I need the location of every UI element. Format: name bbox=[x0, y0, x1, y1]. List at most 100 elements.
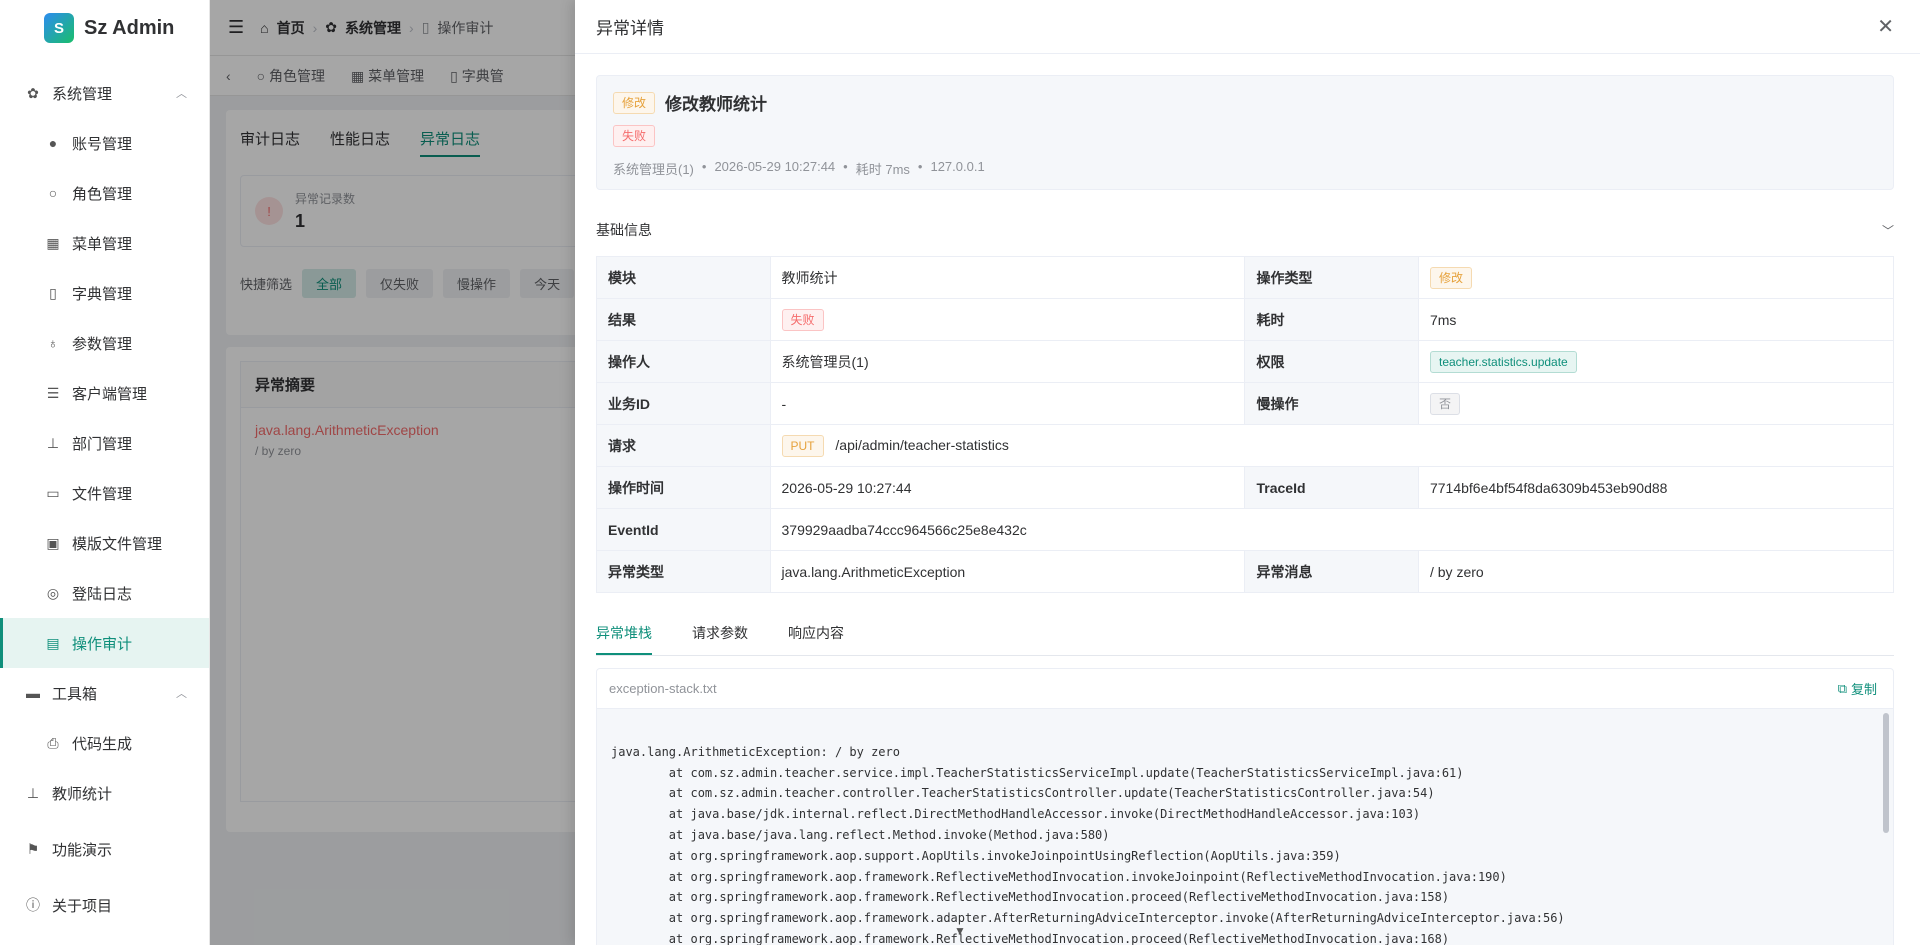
code-filename: exception-stack.txt bbox=[609, 681, 717, 696]
copy-button[interactable]: ⧉ 复制 bbox=[1838, 679, 1877, 698]
app-logo[interactable]: S Sz Admin bbox=[0, 0, 209, 56]
label-exception-type: 异常类型 bbox=[596, 550, 771, 593]
value-event-id: 379929aadba74ccc964566c25e8e432c bbox=[769, 508, 1894, 551]
label-module: 模块 bbox=[596, 256, 771, 299]
tab-request-params[interactable]: 请求参数 bbox=[692, 623, 748, 655]
sidebar-item-label: 功能演示 bbox=[52, 841, 113, 859]
code-line: at org.springframework.aop.framework.Ref… bbox=[611, 890, 1450, 905]
meta-ip: 127.0.0.1 bbox=[930, 159, 985, 174]
printer-icon: ⎙ bbox=[47, 734, 59, 751]
code-line: at org.springframework.aop.framework.Ref… bbox=[611, 869, 1507, 884]
sidebar-item-demo[interactable]: ⚑ 功能演示 bbox=[0, 824, 209, 874]
value-result: 失败 bbox=[769, 298, 1246, 341]
summary-status: 失败 bbox=[613, 125, 1877, 147]
sidebar-item-teacher-stats[interactable]: ⊥ 教师统计 bbox=[0, 768, 209, 818]
table-row: 请求 PUT /api/admin/teacher-statistics bbox=[596, 424, 1894, 467]
sidebar-item-template[interactable]: ▣ 模版文件管理 bbox=[0, 518, 209, 568]
table-row: 业务ID - 慢操作 否 bbox=[596, 382, 1895, 425]
value-op-type: 修改 bbox=[1417, 256, 1895, 299]
op-type-tag: 修改 bbox=[613, 91, 656, 114]
code-line: at java.base/jdk.internal.reflect.Direct… bbox=[611, 807, 1421, 822]
sidebar-item-param[interactable]: ♁ 参数管理 bbox=[0, 318, 209, 368]
drawer-backdrop[interactable] bbox=[210, 0, 575, 945]
code-header: exception-stack.txt ⧉ 复制 bbox=[597, 669, 1893, 709]
tab-stack-trace[interactable]: 异常堆栈 bbox=[596, 623, 652, 655]
tab-response-content[interactable]: 响应内容 bbox=[788, 623, 844, 655]
chevron-up-icon: ︿ bbox=[176, 88, 187, 100]
value-permission: teacher.statistics.update bbox=[1417, 340, 1895, 383]
code-line: at java.base/java.lang.reflect.Method.in… bbox=[611, 827, 1110, 842]
code-line: at org.springframework.aop.support.AopUt… bbox=[611, 848, 1341, 863]
value-slow: 否 bbox=[1417, 382, 1895, 425]
stack-trace-code[interactable]: java.lang.ArithmeticException: / by zero… bbox=[597, 709, 1893, 945]
basic-info-header[interactable]: 基础信息 ﹀ bbox=[596, 220, 1894, 240]
http-method-tag: PUT bbox=[781, 434, 824, 457]
section-title: 基础信息 bbox=[596, 222, 652, 238]
sidebar-item-codegen[interactable]: ⎙ 代码生成 bbox=[0, 718, 209, 768]
slow-tag: 否 bbox=[1429, 392, 1460, 415]
sidebar-item-label: 角色管理 bbox=[72, 185, 133, 203]
sidebar-item-account[interactable]: ● 账号管理 bbox=[0, 118, 209, 168]
sidebar-item-client[interactable]: ☰ 客户端管理 bbox=[0, 368, 209, 418]
sidebar-group-toolbox[interactable]: ▬ 工具箱 ︿ bbox=[0, 668, 209, 718]
permission-tag: teacher.statistics.update bbox=[1429, 350, 1577, 373]
value-exception-message: / by zero bbox=[1417, 550, 1895, 593]
logo-icon: S bbox=[44, 13, 74, 43]
sidebar-item-role[interactable]: ○ 角色管理 bbox=[0, 168, 209, 218]
meta-dot: • bbox=[701, 159, 707, 174]
code-line: at com.sz.admin.teacher.service.impl.Tea… bbox=[611, 765, 1464, 780]
table-row: 操作时间 2026-05-29 10:27:44 TraceId 7714bf6… bbox=[596, 466, 1895, 509]
sidebar-item-login-log[interactable]: ◎ 登陆日志 bbox=[0, 568, 209, 618]
scroll-down-icon[interactable]: ▼ bbox=[954, 924, 966, 938]
label-biz-id: 业务ID bbox=[596, 382, 771, 425]
grid-icon: ▦ bbox=[46, 234, 60, 251]
code-scrollbar[interactable] bbox=[1883, 713, 1889, 833]
info-icon: ⓘ bbox=[26, 897, 40, 913]
sidebar-item-menu[interactable]: ▦ 菜单管理 bbox=[0, 218, 209, 268]
audit-icon: ▤ bbox=[46, 634, 60, 651]
template-icon: ▣ bbox=[46, 534, 60, 551]
drawer-title: 异常详情 bbox=[596, 19, 664, 38]
drawer-header: 异常详情 ✕ bbox=[575, 0, 1920, 54]
chevron-down-icon[interactable]: ﹀ bbox=[1882, 222, 1894, 239]
location-icon: ◎ bbox=[46, 584, 60, 601]
table-row: 结果 失败 耗时 7ms bbox=[596, 298, 1895, 341]
meta-dot: • bbox=[843, 159, 848, 174]
sidebar-group-system[interactable]: ✿ 系统管理 ︿ bbox=[0, 68, 209, 118]
meta-operator: 系统管理员(1) bbox=[613, 162, 694, 177]
chevron-up-icon: ︿ bbox=[176, 688, 187, 700]
sidebar-item-dept[interactable]: ⊥ 部门管理 bbox=[0, 418, 209, 468]
sidebar-item-label: 登陆日志 bbox=[72, 585, 133, 603]
org-icon: ⊥ bbox=[46, 434, 60, 451]
exception-detail-drawer: 异常详情 ✕ 修改 修改教师统计 失败 系统管理员(1) • 2026-05-2… bbox=[575, 0, 1920, 945]
table-row: 模块 教师统计 操作类型 修改 bbox=[596, 256, 1895, 299]
value-time: 2026-05-29 10:27:44 bbox=[769, 466, 1246, 509]
sliders-icon: ☰ bbox=[46, 384, 60, 401]
user-icon: ● bbox=[48, 135, 58, 151]
sidebar: S Sz Admin ✿ 系统管理 ︿ ● 账号管理 ○ 角色管理 ▦ 菜单管理… bbox=[0, 0, 210, 945]
sidebar-item-label: 账号管理 bbox=[72, 135, 133, 153]
app-name: Sz Admin bbox=[84, 16, 175, 39]
sidebar-item-dict[interactable]: ▯ 字典管理 bbox=[0, 268, 209, 318]
result-tag: 失败 bbox=[781, 308, 824, 331]
detail-tabs: 异常堆栈 请求参数 响应内容 bbox=[596, 623, 1894, 656]
basic-info-table: 模块 教师统计 操作类型 修改 结果 失败 耗时 7ms 操作人 系统管理员(1… bbox=[596, 256, 1895, 593]
label-time: 操作时间 bbox=[596, 466, 771, 509]
label-trace-id: TraceId bbox=[1244, 466, 1419, 509]
sidebar-item-label: 字典管理 bbox=[72, 285, 133, 303]
label-result: 结果 bbox=[596, 298, 771, 341]
sidebar-item-file[interactable]: ▭ 文件管理 bbox=[0, 468, 209, 518]
value-trace-id: 7714bf6e4bf54f8da6309b453eb90d88 bbox=[1417, 466, 1895, 509]
table-row: 操作人 系统管理员(1) 权限 teacher.statistics.updat… bbox=[596, 340, 1895, 383]
summary-card: 修改 修改教师统计 失败 系统管理员(1) • 2026-05-29 10:27… bbox=[596, 75, 1894, 190]
toolbox-icon: ▬ bbox=[26, 685, 40, 701]
op-type-tag: 修改 bbox=[1429, 266, 1472, 289]
summary-top: 修改 修改教师统计 bbox=[613, 90, 1877, 115]
sidebar-item-audit[interactable]: ▤ 操作审计 bbox=[0, 618, 209, 668]
code-line: at org.springframework.aop.framework.Ref… bbox=[611, 931, 1450, 945]
sidebar-item-label: 教师统计 bbox=[52, 785, 113, 803]
label-slow: 慢操作 bbox=[1244, 382, 1419, 425]
label-exception-message: 异常消息 bbox=[1244, 550, 1419, 593]
close-icon[interactable]: ✕ bbox=[1877, 14, 1894, 39]
sidebar-item-about[interactable]: ⓘ 关于项目 bbox=[0, 880, 209, 930]
